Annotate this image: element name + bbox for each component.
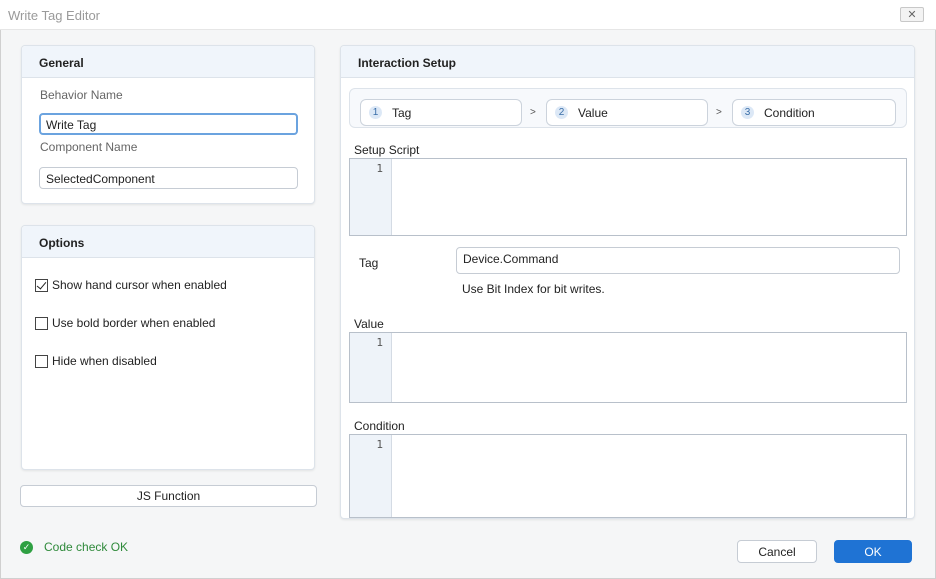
check-circle-icon: ✓ [20, 540, 33, 554]
option-hide-disabled[interactable]: Hide when disabled [35, 354, 157, 368]
setup-script-editor[interactable]: 1 [349, 158, 907, 236]
close-button[interactable]: ✕ [900, 7, 924, 22]
step-tag[interactable]: 1 Tag [360, 99, 522, 126]
line-gutter: 1 [350, 159, 392, 235]
line-gutter: 1 [350, 333, 392, 402]
checkbox-checked[interactable] [35, 278, 48, 292]
line-number: 1 [376, 336, 383, 349]
checkbox-unchecked[interactable] [35, 354, 48, 368]
step-bar: 1 Tag > 2 Value > 3 Condition [349, 88, 907, 128]
window-title: Write Tag Editor [8, 8, 101, 23]
code-check-status: ✓ Code check OK [20, 540, 128, 554]
status-text: Code check OK [44, 540, 129, 554]
option-label: Use bold border when enabled [52, 316, 216, 330]
component-name-input[interactable]: SelectedComponent [39, 167, 298, 189]
cancel-button[interactable]: Cancel [737, 540, 817, 563]
interaction-header: Interaction Setup [341, 46, 914, 78]
behavior-name-input[interactable]: Write Tag [39, 113, 298, 135]
step-number: 1 [369, 106, 382, 119]
step-label: Tag [392, 105, 412, 120]
setup-script-label: Setup Script [354, 143, 420, 157]
line-gutter: 1 [350, 435, 392, 517]
interaction-setup-panel: Interaction Setup 1 Tag > 2 Value > 3 Co… [340, 45, 915, 519]
line-number: 1 [376, 162, 383, 175]
option-bold-border[interactable]: Use bold border when enabled [35, 316, 215, 330]
chevron-right-icon: > [530, 107, 536, 118]
line-number: 1 [376, 438, 383, 451]
step-label: Condition [764, 105, 815, 120]
ok-button[interactable]: OK [834, 540, 912, 563]
close-icon: ✕ [907, 9, 917, 21]
value-editor[interactable]: 1 [349, 332, 907, 403]
step-label: Value [578, 105, 608, 120]
tag-input[interactable]: Device.Command [456, 247, 900, 274]
options-panel: Options Show hand cursor when enabled Us… [21, 225, 315, 470]
general-panel: General Behavior Name Write Tag Componen… [21, 45, 315, 204]
checkbox-unchecked[interactable] [35, 316, 48, 330]
option-label: Show hand cursor when enabled [52, 278, 227, 292]
option-show-hand-cursor[interactable]: Show hand cursor when enabled [35, 278, 227, 292]
component-name-label: Component Name [40, 140, 138, 154]
title-bar: Write Tag Editor ✕ [0, 0, 936, 30]
general-header: General [22, 46, 314, 78]
behavior-name-label: Behavior Name [40, 88, 123, 102]
condition-editor[interactable]: 1 [349, 434, 907, 518]
js-function-button[interactable]: JS Function [20, 485, 317, 507]
tag-label: Tag [359, 256, 379, 270]
tag-hint: Use Bit Index for bit writes. [462, 282, 605, 296]
chevron-right-icon: > [716, 107, 722, 118]
step-number: 3 [741, 106, 754, 119]
option-label: Hide when disabled [52, 354, 157, 368]
value-label: Value [354, 317, 384, 331]
step-value[interactable]: 2 Value [546, 99, 708, 126]
options-header: Options [22, 226, 314, 258]
step-number: 2 [555, 106, 568, 119]
condition-label: Condition [354, 419, 405, 433]
step-condition[interactable]: 3 Condition [732, 99, 896, 126]
